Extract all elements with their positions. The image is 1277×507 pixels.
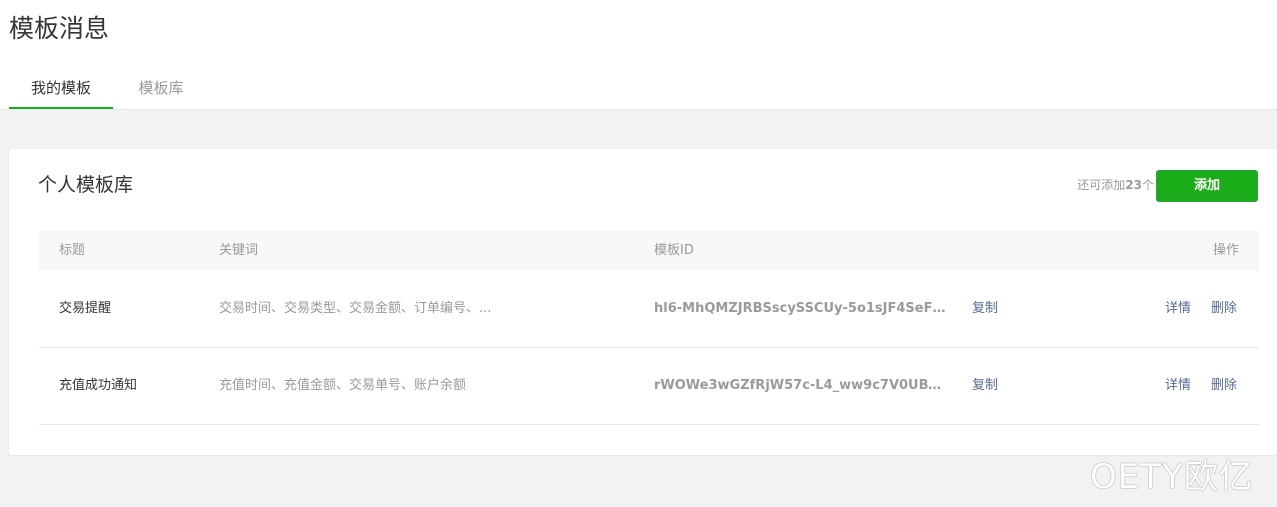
delete-link[interactable]: 删除	[1211, 348, 1237, 424]
header-title: 标题	[59, 243, 86, 258]
row-template-id: rWOWe3wGZfRjW57c-L4_ww9c7V0UBVg7...	[654, 378, 950, 393]
quota-count: 23	[1125, 178, 1142, 192]
copy-link[interactable]: 复制	[972, 348, 998, 424]
header-template-id: 模板ID	[654, 243, 694, 258]
page-header: 模板消息 我的模板 模板库	[0, 0, 1277, 110]
delete-link[interactable]: 删除	[1211, 271, 1237, 347]
page-title: 模板消息	[9, 14, 110, 43]
detail-link[interactable]: 详情	[1165, 348, 1191, 424]
personal-template-card: 个人模板库 还可添加23个 添加 标题 关键词 模板ID 操作 交易提醒 交易时…	[9, 149, 1277, 455]
template-table: 标题 关键词 模板ID 操作 交易提醒 交易时间、交易类型、交易金额、订单编号、…	[39, 231, 1259, 425]
row-title: 交易提醒	[59, 301, 112, 316]
table-row: 充值成功通知 充值时间、充值金额、交易单号、账户余额 rWOWe3wGZfRjW…	[39, 348, 1259, 425]
header-keywords: 关键词	[219, 243, 259, 258]
table-header: 标题 关键词 模板ID 操作	[39, 231, 1259, 271]
card-title: 个人模板库	[38, 174, 134, 196]
copy-link[interactable]: 复制	[972, 271, 998, 347]
table-row: 交易提醒 交易时间、交易类型、交易金额、订单编号、... hl6-MhQMZJR…	[39, 271, 1259, 348]
tab-template-library[interactable]: 模板库	[113, 69, 209, 107]
row-template-id: hl6-MhQMZJRBSscySSCUy-5o1sJF4SeF3...	[654, 301, 950, 316]
tab-my-templates[interactable]: 我的模板	[9, 69, 113, 109]
detail-link[interactable]: 详情	[1165, 271, 1191, 347]
quota-text: 还可添加23个	[1077, 176, 1154, 194]
quota-suffix: 个	[1141, 178, 1154, 192]
watermark: OETY欧亿	[1090, 457, 1254, 497]
row-keywords: 交易时间、交易类型、交易金额、订单编号、...	[219, 301, 492, 316]
row-title: 充值成功通知	[59, 378, 138, 393]
row-keywords: 充值时间、充值金额、交易单号、账户余额	[219, 378, 467, 393]
add-template-button[interactable]: 添加	[1156, 170, 1258, 202]
header-actions: 操作	[1212, 243, 1239, 258]
quota-prefix: 还可添加	[1077, 178, 1126, 192]
